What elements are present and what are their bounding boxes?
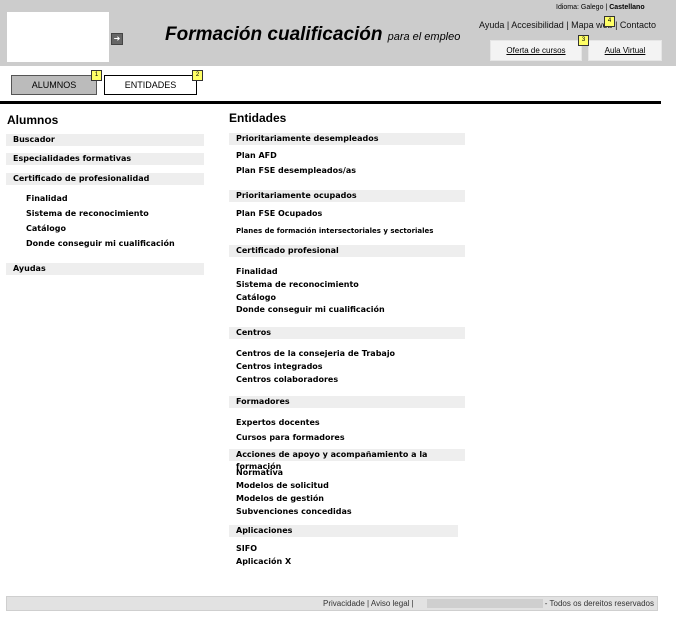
entidades-item[interactable]: Plan AFD [236,151,277,161]
entidades-item[interactable]: Centros colaboradores [236,375,338,385]
entidades-item[interactable]: Cursos para formadores [236,433,345,443]
entidades-item[interactable]: Finalidad [236,267,278,277]
arrow-right-icon[interactable]: ➜ [111,33,123,45]
entidades-section-head: Aplicaciones [229,525,458,537]
entidades-section-head: Prioritariamente ocupados [229,190,465,202]
alumnos-certificado[interactable]: Certificado de profesionalidad [6,173,204,185]
entidades-item[interactable]: Catálogo [236,293,276,303]
entidades-item[interactable]: Sistema de reconocimiento [236,280,359,290]
entidades-title: Entidades [229,111,287,125]
footer-bar: Privacidade | Aviso legal | - Todos os d… [6,596,658,611]
alumnos-ayudas[interactable]: Ayudas [6,263,204,275]
tab-entidades[interactable]: ENTIDADES [104,75,197,95]
site-title-main: Formación cualificación [165,24,383,45]
entidades-section-head: Prioritariamente desempleados [229,133,465,145]
entidades-item[interactable]: Centros integrados [236,362,323,372]
entidades-item[interactable]: Modelos de gestión [236,494,324,504]
footer-rights: - Todos os dereitos reservados [544,599,654,608]
alumnos-cert-item[interactable]: Catálogo [26,224,66,234]
footer-links[interactable]: Privacidade | Aviso legal | [323,597,414,610]
entidades-item[interactable]: Aplicación X [236,557,291,567]
footer-blank-field [427,599,543,608]
entidades-item[interactable]: Expertos docentes [236,418,320,428]
entidades-section-head: Formadores [229,396,465,408]
badge-4: 4 [604,16,615,27]
language-active[interactable]: Castellano [609,4,644,11]
entidades-item[interactable]: Donde conseguir mi cualificación [236,305,385,315]
alumnos-title: Alumnos [7,113,59,127]
tab-alumnos[interactable]: ALUMNOS [11,75,97,95]
entidades-item[interactable]: Planes de formación intersectoriales y s… [236,226,433,236]
alumnos-especialidades[interactable]: Especialidades formativas [6,153,204,165]
entidades-section-head: Certificado profesional [229,245,465,257]
top-links[interactable]: Ayuda | Accesibilidad | Mapa web | Conta… [479,20,656,30]
alumnos-cert-item[interactable]: Donde conseguir mi cualificación [26,239,175,249]
entidades-item[interactable]: Subvenciones concedidas [236,507,352,517]
site-title: Formación cualificación para el empleo [165,24,460,46]
oferta-cursos-button[interactable]: Oferta de cursos [490,40,582,61]
badge-3: 3 [578,35,589,46]
aula-virtual-button[interactable]: Aula Virtual [588,40,662,61]
entidades-section-head: Acciones de apoyo y acompañamiento a la … [229,449,465,471]
badge-1: 1 [91,70,102,81]
alumnos-cert-item[interactable]: Finalidad [26,194,68,204]
entidades-item[interactable]: Normativa [236,468,283,478]
entidades-section-head: Centros [229,327,465,339]
entidades-item[interactable]: SIFO [236,544,257,554]
entidades-item[interactable]: Modelos de solicitud [236,481,329,491]
language-selector[interactable]: Idioma: Galego | Castellano [556,4,645,11]
entidades-item[interactable]: Plan FSE Ocupados [236,209,322,219]
badge-2: 2 [192,70,203,81]
language-label[interactable]: Idioma: Galego | [556,4,607,11]
entidades-item[interactable]: Plan FSE desempleados/as [236,166,356,176]
alumnos-buscador[interactable]: Buscador [6,134,204,146]
logo-placeholder [7,12,109,62]
alumnos-cert-item[interactable]: Sistema de reconocimiento [26,209,149,219]
entidades-item[interactable]: Centros de la consejeria de Trabajo [236,349,395,359]
site-title-sub: para el empleo [387,31,461,43]
divider [0,101,661,104]
